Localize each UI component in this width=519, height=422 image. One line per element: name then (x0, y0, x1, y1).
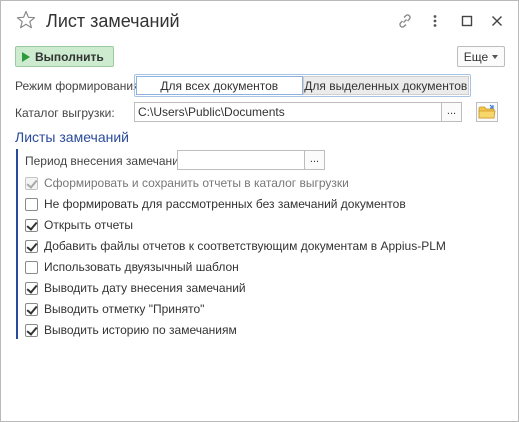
checkbox-checked[interactable] (25, 239, 38, 253)
option-row[interactable]: Использовать двуязычный шаблон (25, 259, 239, 275)
option-row: Сформировать и сохранить отчеты в катало… (25, 175, 349, 191)
catalog-label: Каталог выгрузки: (15, 106, 115, 120)
option-label: Выводить отметку "Принято" (44, 302, 205, 316)
command-bar: Выполнить Еще (15, 46, 505, 68)
maximize-icon[interactable] (459, 13, 475, 29)
mode-selector: Для всех документов Для выделенных докум… (134, 74, 471, 97)
option-label: Выводить дату внесения замечаний (44, 281, 246, 295)
star-icon[interactable] (16, 10, 36, 30)
close-icon[interactable] (489, 13, 505, 29)
option-row[interactable]: Не формировать для рассмотренных без зам… (25, 196, 406, 212)
option-row[interactable]: Добавить файлы отчетов к соответствующим… (25, 238, 446, 254)
chevron-down-icon (492, 54, 499, 59)
option-label: Добавить файлы отчетов к соответствующим… (44, 239, 446, 253)
option-label: Открыть отчеты (44, 218, 134, 232)
run-button[interactable]: Выполнить (15, 46, 114, 67)
dialog-window: Лист замечаний Выполнить Еще Режим форми… (0, 0, 519, 422)
period-field[interactable] (177, 150, 305, 170)
title-bar: Лист замечаний (1, 1, 518, 41)
checkbox-checked (25, 176, 38, 190)
checkbox-checked[interactable] (25, 323, 38, 337)
sheets-section-title: Листы замечаний (15, 129, 129, 145)
mode-option-selected[interactable]: Для выделенных документов (302, 76, 469, 95)
more-button-label: Еще (463, 49, 489, 64)
option-label: Выводить историю по замечаниям (44, 323, 237, 337)
option-row[interactable]: Выводить историю по замечаниям (25, 322, 237, 338)
option-row[interactable]: Открыть отчеты (25, 217, 133, 233)
option-label: Не формировать для рассмотренных без зам… (44, 197, 406, 211)
period-label: Период внесения замечаний: (25, 154, 189, 168)
period-choose-button[interactable]: ... (305, 150, 325, 170)
checkbox-checked[interactable] (25, 302, 38, 316)
checkbox-checked[interactable] (25, 218, 38, 232)
window-title: Лист замечаний (46, 11, 180, 31)
mode-label: Режим формирования: (15, 79, 143, 93)
folder-icon (478, 104, 496, 119)
checkbox-unchecked[interactable] (25, 260, 38, 274)
option-row[interactable]: Выводить дату внесения замечаний (25, 280, 246, 296)
option-row[interactable]: Выводить отметку "Принято" (25, 301, 204, 317)
more-button[interactable]: Еще (457, 46, 505, 67)
catalog-path-field[interactable]: C:\Users\Public\Documents (134, 102, 442, 122)
checkbox-unchecked[interactable] (25, 197, 38, 211)
catalog-choose-button[interactable]: ... (442, 102, 462, 122)
checkbox-checked[interactable] (25, 281, 38, 295)
play-icon (22, 51, 30, 62)
option-label: Использовать двуязычный шаблон (44, 260, 239, 274)
more-vertical-icon[interactable] (427, 13, 443, 29)
option-label: Сформировать и сохранить отчеты в катало… (44, 176, 349, 190)
run-button-label: Выполнить (35, 49, 104, 64)
mode-option-all[interactable]: Для всех документов (136, 76, 303, 95)
group-divider (16, 149, 18, 339)
link-icon[interactable] (397, 13, 413, 29)
open-folder-button[interactable] (476, 102, 498, 122)
